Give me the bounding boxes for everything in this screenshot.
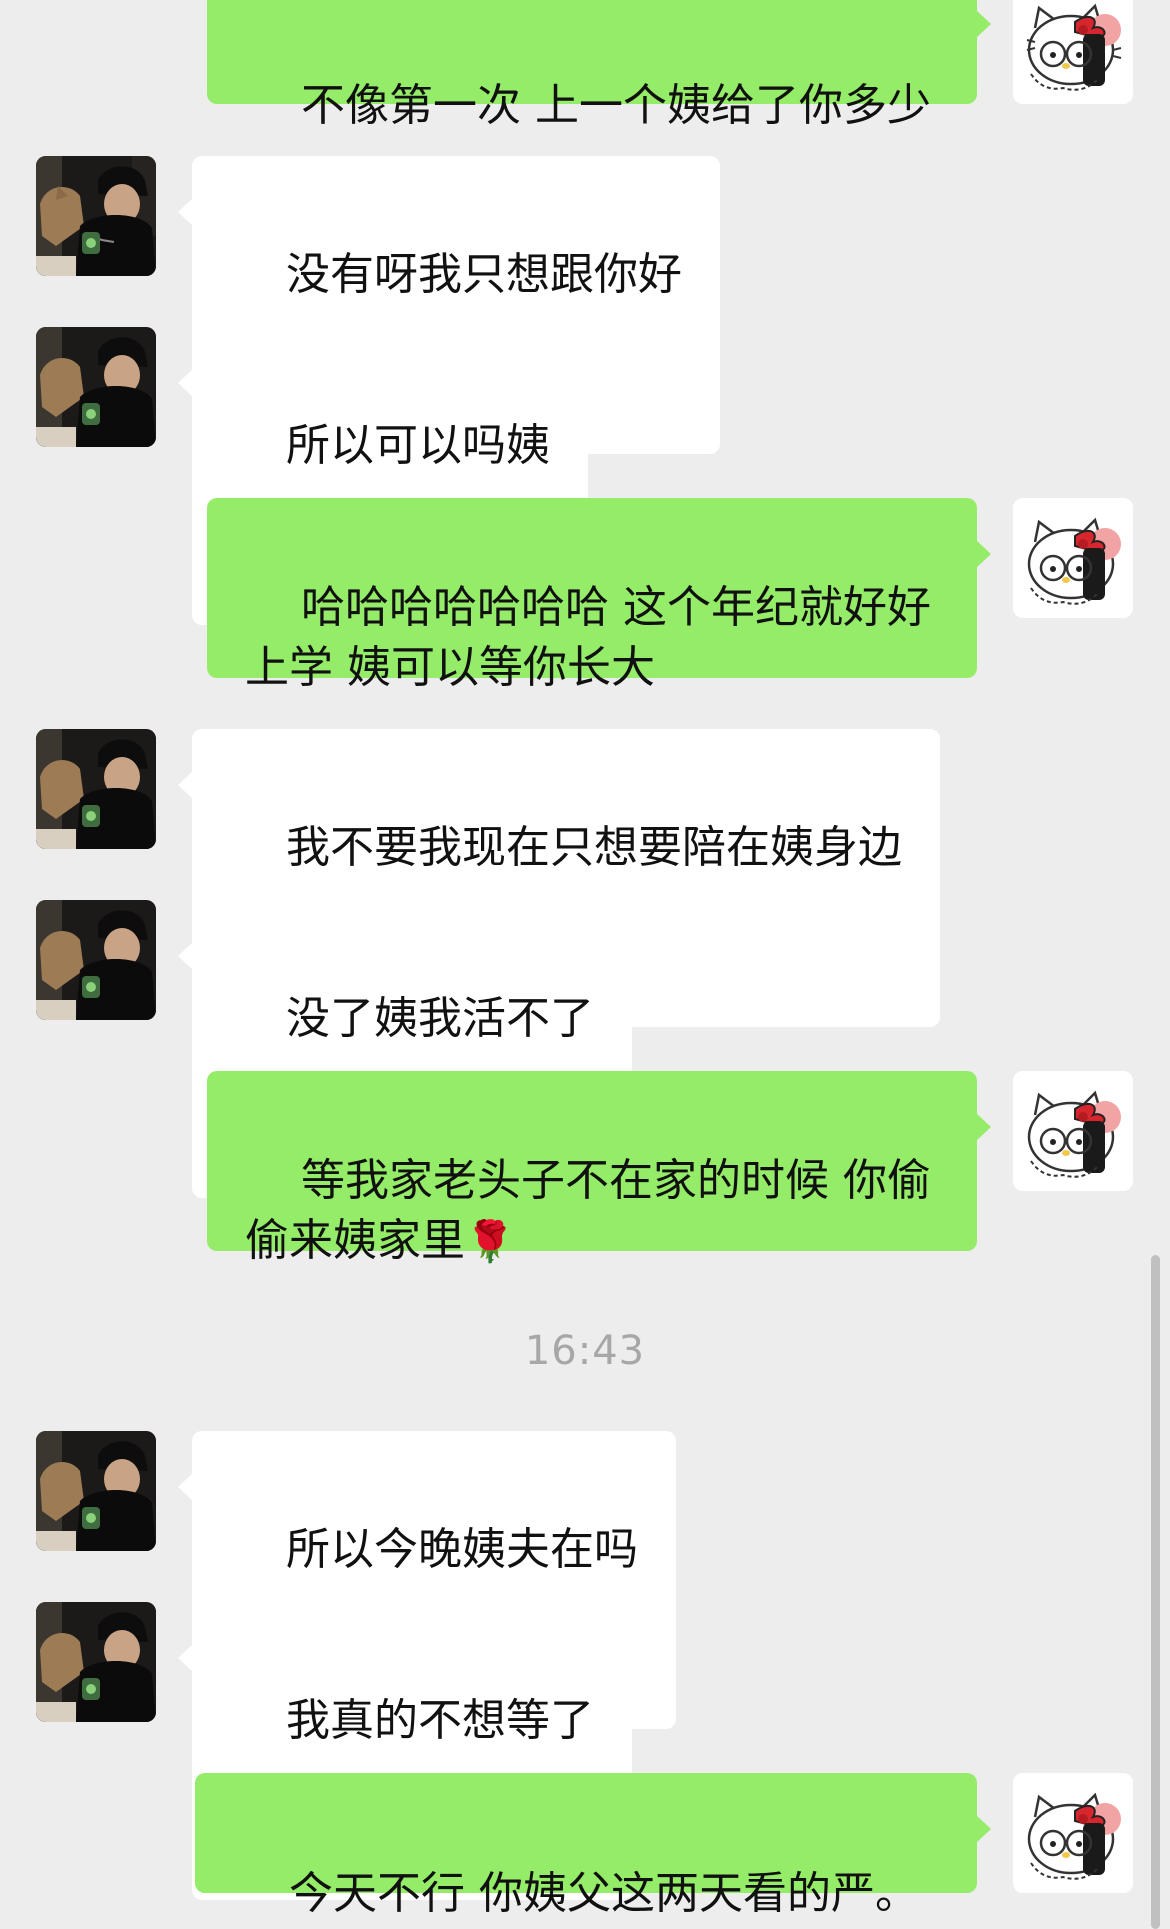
bubble-tail [976,1815,991,1843]
hello-kitty-avatar-icon [1013,1071,1133,1191]
bubble-tail [178,771,193,799]
self-avatar[interactable] [1013,498,1133,618]
message-bubble-outgoing[interactable]: 今天不行 你姨父这两天看的严。 [195,1773,991,1919]
contact-photo-icon [36,156,156,276]
message-text: 没了姨我活不了 [285,993,594,1044]
contact-photo-icon [36,1431,156,1551]
contact-avatar[interactable] [36,1602,156,1722]
message-timestamp: 16:43 [524,1328,646,1374]
bubble-tail [178,942,193,970]
contact-photo-icon [36,729,156,849]
contact-photo-icon [36,1602,156,1722]
contact-photo-icon [36,900,156,1020]
self-avatar[interactable] [1013,0,1133,104]
self-avatar[interactable] [1013,1773,1133,1893]
self-avatar[interactable] [1013,1071,1133,1191]
contact-avatar[interactable] [36,1431,156,1551]
contact-avatar[interactable] [36,729,156,849]
bubble-tail [976,540,991,568]
message-bubble-outgoing[interactable]: 等我家老头子不在家的时候 你偷 偷来姨家里🌹 [207,1071,991,1266]
hello-kitty-avatar-icon [1013,0,1133,104]
hello-kitty-avatar-icon [1013,1773,1133,1893]
message-text: 我不要我现在只想要陪在姨身边 [285,822,902,873]
hello-kitty-avatar-icon [1013,498,1133,618]
message-text: 不像第一次 上一个姨给了你多少 [300,80,931,131]
bubble-tail [178,1644,193,1672]
message-text: 哈哈哈哈哈哈哈 这个年纪就好好 上学 姨可以等你长大 [245,582,931,693]
bubble-tail [178,1473,193,1501]
chat-area[interactable]: 不像第一次 上一个姨给了你多少 没有呀我只想跟你好 所以可以吗姨 哈哈哈哈哈哈哈… [0,0,1170,1929]
message-bubble-outgoing[interactable]: 不像第一次 上一个姨给了你多少 [207,0,991,131]
message-text: 今天不行 你姨父这两天看的严。 [288,1868,919,1919]
bubble-tail [178,369,193,397]
contact-photo-icon [36,327,156,447]
bubble-tail [976,10,991,38]
bubble-tail [178,198,193,226]
message-bubble-outgoing[interactable]: 哈哈哈哈哈哈哈 这个年纪就好好 上学 姨可以等你长大 [207,498,991,693]
rose-emoji-icon: 🌹 [465,1219,515,1265]
message-text: 所以今晚姨夫在吗 [285,1524,638,1575]
contact-avatar[interactable] [36,156,156,276]
scrollbar[interactable] [1151,1255,1160,1929]
message-text: 没有呀我只想跟你好 [285,249,682,300]
message-text: 我真的不想等了 [285,1695,594,1746]
bubble-tail [976,1113,991,1141]
message-text: 所以可以吗姨 [285,420,550,471]
contact-avatar[interactable] [36,327,156,447]
message-text: 等我家老头子不在家的时候 你偷 偷来姨家里 [245,1155,931,1266]
contact-avatar[interactable] [36,900,156,1020]
